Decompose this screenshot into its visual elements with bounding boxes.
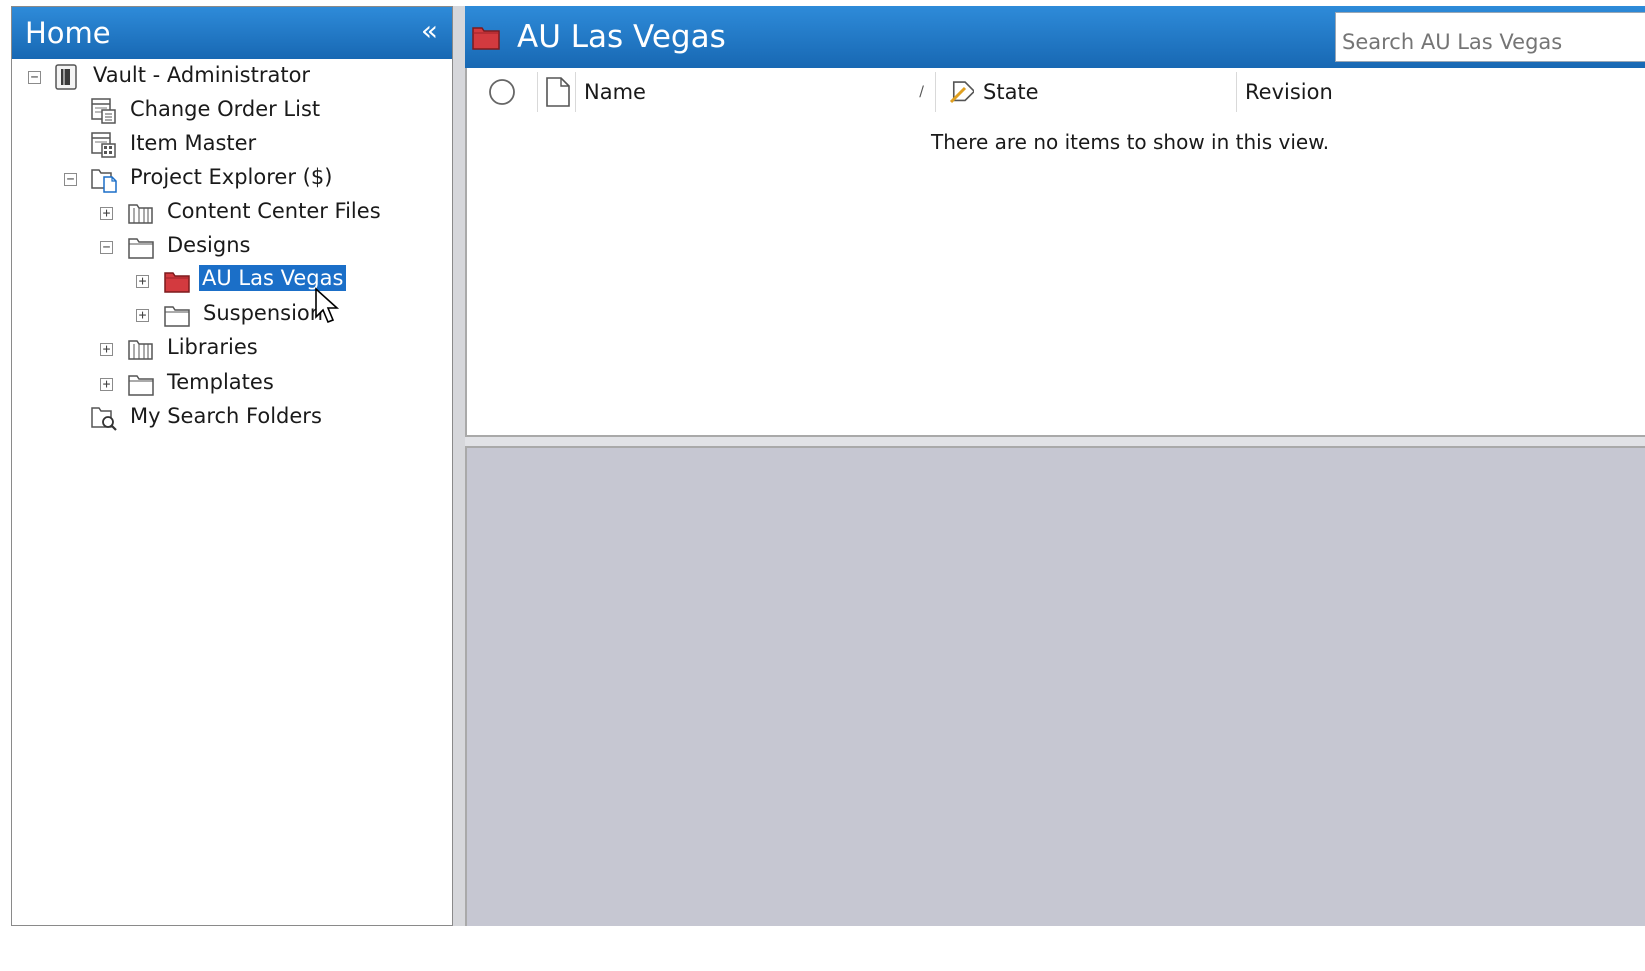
project-explorer-icon [91,169,117,193]
state-tag-icon [949,81,974,104]
content-title: AU Las Vegas [517,19,726,55]
folder-icon [128,238,154,259]
change-order-list-icon [91,98,116,124]
column-header-label: Name [584,80,646,104]
column-separator[interactable] [1236,72,1237,112]
column-header-revision[interactable]: Revision [1245,68,1545,116]
tree-item-label: Suspension [203,301,324,325]
column-header-name[interactable]: Name / [584,68,924,116]
column-separator[interactable] [575,72,576,112]
collapse-pane-button[interactable]: « [421,17,438,45]
preview-pane [465,446,1645,926]
column-header-label: Revision [1245,80,1333,104]
tree-item-label: Item Master [130,131,257,155]
expand-toggle[interactable]: + [136,275,149,288]
tree-item-label: Libraries [167,335,258,359]
column-header-state[interactable]: State [942,68,1232,116]
tree-item-suspension[interactable]: + Suspension [12,299,452,331]
expand-toggle[interactable]: + [100,343,113,356]
empty-list-message: There are no items to show in this view. [931,130,1330,154]
tree-item-libraries[interactable]: + Libraries [12,333,452,365]
pane-splitter[interactable] [453,6,465,926]
tree-item-templates[interactable]: + Templates [12,368,452,400]
red-folder-icon [164,272,190,293]
radio-circle-icon[interactable] [487,77,517,107]
collapse-toggle[interactable]: − [64,173,77,186]
file-list: Name / State Revision There are no items… [465,68,1645,437]
tree-item-label: Templates [167,370,274,394]
mouse-cursor-icon [315,287,340,324]
item-master-icon [91,132,116,158]
tree-item-content-center-files[interactable]: + Content Center Files [12,197,452,229]
tree-item-my-search-folders[interactable]: My Search Folders [12,402,452,434]
expand-toggle[interactable]: + [100,207,113,220]
tree-item-change-order-list[interactable]: Change Order List [12,95,452,127]
red-folder-icon [472,27,500,50]
sort-indicator: / [919,84,924,100]
column-header-label: State [983,80,1039,104]
file-type-column[interactable] [543,68,573,116]
nav-title: Home [25,16,111,50]
tree-item-designs[interactable]: − Designs [12,231,452,263]
select-all-column[interactable] [487,68,517,116]
search-input[interactable] [1335,12,1645,62]
column-separator[interactable] [935,72,936,112]
tree-item-vault[interactable]: − Vault - Administrator [12,61,452,93]
library-folder-icon [128,204,153,224]
tree-item-item-master[interactable]: Item Master [12,129,452,161]
tree-item-label: Project Explorer ($) [130,165,333,189]
content-header: AU Las Vegas [465,6,1645,68]
tree-item-project-explorer[interactable]: − Project Explorer ($) [12,163,452,195]
folder-icon [164,306,190,327]
collapse-toggle[interactable]: − [100,241,113,254]
horizontal-splitter[interactable] [465,437,1645,446]
tree-item-label: Vault - Administrator [93,63,311,87]
vault-icon [55,64,77,90]
collapse-toggle[interactable]: − [28,71,41,84]
tree-item-au-las-vegas[interactable]: + AU Las Vegas [12,265,452,297]
tree-item-label: Content Center Files [167,199,381,223]
library-folder-icon [128,340,153,360]
expand-toggle[interactable]: + [136,309,149,322]
tree-item-label: My Search Folders [130,404,322,428]
expand-toggle[interactable]: + [100,378,113,391]
tree-item-label: Designs [167,233,251,257]
search-folder-icon [91,407,117,431]
nav-header: Home « [12,7,452,59]
document-icon [546,77,570,107]
navigation-pane: Home « − Vault - Administrator Change Or… [11,6,453,926]
folder-icon [128,375,154,396]
tree-item-label: Change Order List [130,97,321,121]
column-separator[interactable] [537,72,538,112]
